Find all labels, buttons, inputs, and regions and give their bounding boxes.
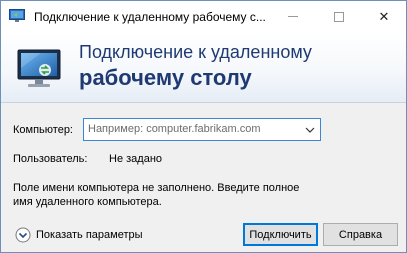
remote-desktop-icon (9, 9, 25, 22)
connect-button[interactable]: Подключить (243, 223, 318, 246)
computer-label: Компьютер: (13, 124, 73, 136)
minimize-icon (288, 16, 298, 17)
info-message: Поле имени компьютера не заполнено. Введ… (13, 182, 300, 208)
close-icon: ✕ (378, 8, 390, 24)
rdp-window: Подключение к удаленному рабочему с... ✕ (0, 0, 407, 253)
user-label: Пользователь: (13, 153, 88, 165)
expand-circle-icon[interactable] (15, 227, 31, 243)
banner-title-line2: рабочему столу (79, 65, 252, 90)
help-button[interactable]: Справка (323, 223, 398, 246)
header-banner: Подключение к удаленному рабочему столу (1, 32, 406, 103)
maximize-button[interactable] (317, 1, 361, 32)
minimize-button[interactable] (271, 1, 315, 32)
banner-title-line1: Подключение к удаленному (79, 42, 312, 62)
title-bar[interactable]: Подключение к удаленному рабочему с... ✕ (1, 1, 406, 32)
show-options-label[interactable]: Показать параметры (36, 229, 143, 241)
remote-desktop-monitor-icon (17, 49, 61, 87)
chevron-down-icon[interactable] (304, 124, 316, 136)
computer-combobox[interactable]: Например: computer.fabrikam.com (83, 118, 321, 141)
user-value: Не задано (109, 153, 163, 165)
show-options-toggle[interactable]: Показать параметры (15, 227, 143, 243)
maximize-icon (334, 11, 344, 22)
computer-input[interactable]: Например: computer.fabrikam.com (88, 123, 261, 135)
close-button[interactable]: ✕ (362, 1, 406, 32)
window-title: Подключение к удаленному рабочему с... (34, 10, 266, 24)
